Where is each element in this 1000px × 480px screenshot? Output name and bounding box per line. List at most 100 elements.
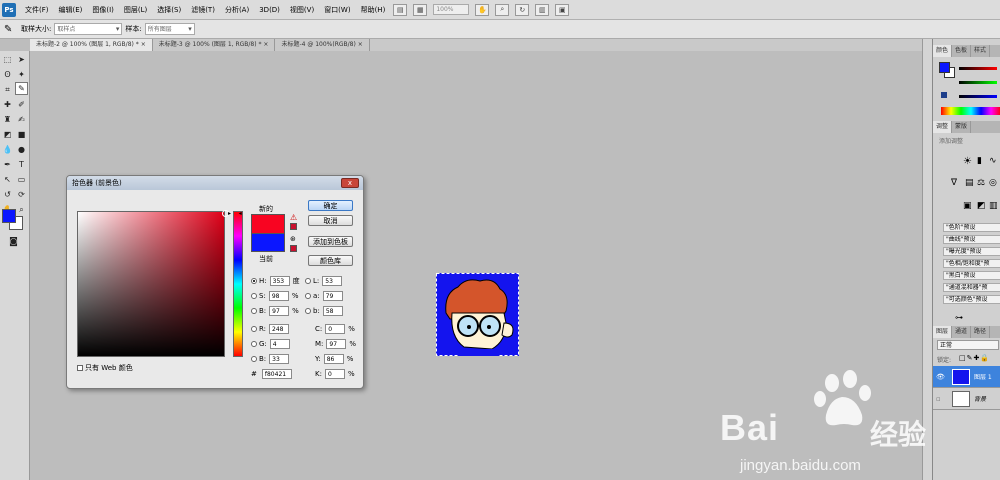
3d-rotate-tool-icon[interactable]: ↺ [1, 188, 14, 201]
lab-b-radio[interactable] [305, 308, 311, 314]
dialog-close-button[interactable]: x [341, 178, 359, 188]
preset-channel-mixer[interactable]: "通道混和器"预 [943, 283, 1000, 292]
lab-b-input[interactable]: 58 [322, 306, 343, 316]
close-icon[interactable]: × [141, 41, 146, 48]
marquee-tool-icon[interactable]: ⬚ [1, 53, 14, 66]
sample-size-select[interactable]: 取样点 [54, 23, 123, 35]
levels-icon[interactable]: ▮ [977, 156, 982, 166]
cancel-button[interactable]: 取消 [308, 215, 353, 226]
close-icon[interactable]: × [263, 41, 268, 48]
vibrance-icon[interactable]: ∇ [951, 178, 957, 188]
eyedropper-tool-icon[interactable]: ✎ [15, 82, 28, 95]
menu-3d[interactable]: 3D(D) [254, 6, 285, 14]
pen-tool-icon[interactable]: ✒ [1, 158, 14, 171]
tab-adjustments[interactable]: 调整 [933, 121, 953, 133]
web-only-checkbox[interactable] [77, 365, 83, 371]
lasso-tool-icon[interactable]: ʘ [1, 68, 14, 81]
menu-file[interactable]: 文件(F) [20, 5, 54, 15]
arrange-documents-icon[interactable]: ▥ [535, 3, 550, 16]
healing-brush-tool-icon[interactable]: ✚ [1, 98, 14, 111]
green-slider[interactable] [959, 81, 997, 84]
yellow-input[interactable]: 86 [323, 354, 344, 364]
brightness-input[interactable]: 97 [269, 306, 290, 316]
brightness-radio[interactable] [251, 308, 257, 314]
quick-mask-icon[interactable]: ◙ [7, 235, 20, 248]
red-radio[interactable] [251, 326, 257, 332]
current-color-swatch[interactable] [251, 233, 285, 252]
eraser-tool-icon[interactable]: ◩ [1, 128, 14, 141]
menu-image[interactable]: 图像(I) [87, 5, 119, 15]
zoom-icon[interactable]: ⌕ [495, 3, 510, 16]
foreground-color-swatch[interactable] [2, 209, 16, 223]
tab-color[interactable]: 颜色 [933, 45, 953, 57]
preset-levels[interactable]: "色阶"预设 [943, 223, 1000, 232]
curves-icon[interactable]: ∿ [989, 156, 997, 166]
tab-swatches[interactable]: 色板 [952, 45, 972, 57]
color-balance-icon[interactable]: ⚖ [977, 178, 985, 188]
doc-tab-2[interactable]: 未标题-3 @ 100% (图层 1, RGB/8) * × [153, 39, 276, 51]
path-select-tool-icon[interactable]: ↖ [1, 173, 14, 186]
zoom-level-field[interactable]: 100% [433, 4, 470, 15]
color-libraries-button[interactable]: 颜色库 [308, 255, 353, 266]
lab-a-radio[interactable] [305, 293, 311, 299]
tab-styles[interactable]: 样式 [971, 45, 991, 57]
saturation-radio[interactable] [251, 293, 257, 299]
brightness-icon[interactable]: ☀ [963, 156, 972, 167]
blur-tool-icon[interactable]: 💧 [1, 143, 14, 156]
red-input[interactable]: 248 [269, 324, 290, 334]
magenta-input[interactable]: 97 [326, 339, 347, 349]
blue-slider[interactable] [959, 95, 997, 98]
gradient-tool-icon[interactable]: ■ [15, 128, 28, 141]
hue-saturation-icon[interactable]: ▤ [965, 178, 974, 188]
shape-tool-icon[interactable]: ▭ [15, 173, 28, 186]
move-tool-icon[interactable]: ➤ [15, 53, 28, 66]
channel-mixer-icon[interactable]: ▣ [963, 201, 972, 211]
lightness-radio[interactable] [305, 278, 311, 284]
menu-select[interactable]: 选择(S) [152, 5, 186, 15]
tab-layers[interactable]: 图层 [933, 326, 953, 338]
bridge-icon[interactable]: ▤ [393, 3, 408, 16]
crop-tool-icon[interactable]: ⌗ [1, 83, 14, 96]
dodge-tool-icon[interactable]: ● [15, 143, 28, 156]
menu-analysis[interactable]: 分析(A) [220, 5, 254, 15]
hand-icon[interactable]: ✋ [475, 3, 490, 16]
type-tool-icon[interactable]: T [15, 158, 28, 171]
green-radio[interactable] [251, 341, 257, 347]
hue-input[interactable]: 353 [269, 276, 290, 286]
blue-radio[interactable] [251, 356, 257, 362]
zoom-tool-icon[interactable]: ⌕ [15, 203, 28, 216]
menu-filter[interactable]: 滤镜(T) [186, 5, 220, 15]
quick-select-tool-icon[interactable]: ✦ [15, 68, 28, 81]
clip-layer-icon[interactable]: ⊶ [955, 313, 963, 322]
doc-tab-3[interactable]: 未标题-4 @ 100%(RGB/8) × [275, 39, 370, 51]
preset-curves[interactable]: "曲线"预设 [943, 235, 1000, 244]
menu-help[interactable]: 帮助(H) [356, 5, 391, 15]
history-brush-tool-icon[interactable]: ✍ [15, 113, 28, 126]
brush-tool-icon[interactable]: ✐ [15, 98, 28, 111]
menu-window[interactable]: 窗口(W) [319, 5, 355, 15]
red-slider[interactable] [959, 67, 997, 70]
preset-black-white[interactable]: "黑白"预设 [943, 271, 1000, 280]
green-input[interactable]: 4 [269, 339, 290, 349]
tab-channels[interactable]: 通道 [952, 326, 972, 338]
saturation-brightness-field[interactable] [77, 210, 229, 357]
blend-mode-select[interactable]: 正常 [937, 340, 999, 350]
preset-hue-saturation[interactable]: "色相/饱和度"预 [943, 259, 1000, 268]
eyedropper-icon[interactable]: ✎ [4, 24, 18, 35]
color-ramp[interactable] [941, 107, 1000, 115]
panel-foreground-swatch[interactable] [939, 62, 950, 73]
gradient-map-icon[interactable]: ▥ [989, 201, 998, 211]
preset-selective-color[interactable]: "可选颜色"预设 [943, 295, 1000, 304]
preset-exposure[interactable]: "曝光度"预设 [943, 247, 1000, 256]
menu-view[interactable]: 视图(V) [285, 5, 319, 15]
lightness-input[interactable]: 53 [322, 276, 343, 286]
threshold-icon[interactable]: ◩ [977, 201, 986, 211]
rotate-view-icon[interactable]: ↻ [515, 3, 530, 16]
saturation-input[interactable]: 98 [268, 291, 289, 301]
canvas-document[interactable] [436, 273, 519, 356]
menu-edit[interactable]: 编辑(E) [54, 5, 88, 15]
menu-layer[interactable]: 图层(L) [119, 5, 152, 15]
blue-input[interactable]: 33 [269, 354, 290, 364]
view-extras-icon[interactable]: ▦ [413, 3, 428, 16]
black-input[interactable]: 0 [324, 369, 345, 379]
